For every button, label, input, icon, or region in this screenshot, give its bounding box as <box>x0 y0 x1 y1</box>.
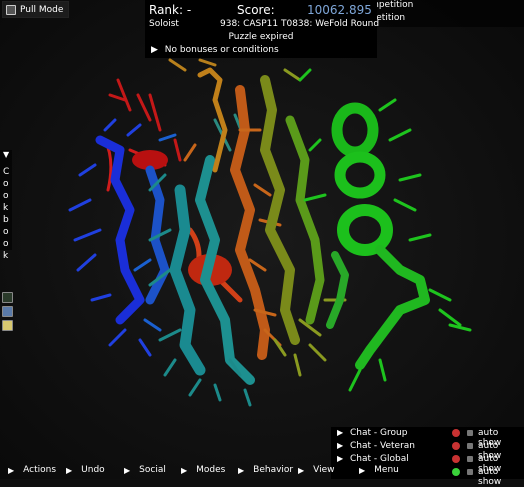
puzzle-name: 938: CASP11 T0838: WeFold Round <box>220 19 380 29</box>
menu-label: Actions <box>23 465 57 475</box>
notes-icon[interactable] <box>2 320 13 331</box>
cookbook-panel[interactable]: ▼ C o o k b o o k <box>0 150 12 261</box>
menu-view[interactable]: ▶ View <box>298 465 335 475</box>
triangle-icon: ▶ <box>181 465 188 475</box>
auto-show-checkbox[interactable] <box>467 430 473 436</box>
rank-label: Rank: - <box>149 3 192 17</box>
chat-veteran-label: Chat - Veteran <box>350 441 415 451</box>
status-dot-icon <box>452 442 460 450</box>
triangle-icon: ▶ <box>238 465 245 475</box>
chat-group-row[interactable]: ▶ Chat - Group auto show <box>331 427 524 448</box>
console-icon[interactable] <box>2 292 13 303</box>
expand-triangle-icon: ▶ <box>337 441 344 450</box>
menu-undo[interactable]: ▶ Undo <box>66 465 105 475</box>
menu-label: Behavior <box>253 465 294 475</box>
triangle-icon: ▶ <box>298 465 305 475</box>
pull-mode-button[interactable]: Pull Mode <box>2 1 70 18</box>
pull-mode-label: Pull Mode <box>20 4 64 15</box>
menu-label: Modes <box>196 465 226 475</box>
score-panel: Rank: - Score: 10062.895 Soloist 938: CA… <box>145 0 380 58</box>
bonus-label: No bonuses or conditions <box>164 45 279 55</box>
player-mode-label: Soloist <box>149 19 179 29</box>
menu-label: Menu <box>374 465 399 475</box>
score-value: 10062.895 <box>307 3 372 17</box>
auto-show-checkbox[interactable] <box>467 456 473 462</box>
status-dot-icon <box>452 455 460 463</box>
collapse-triangle-icon[interactable]: ▼ <box>3 150 9 159</box>
cookbook-label: C o o k b o o k <box>3 167 10 261</box>
menu-label: View <box>313 465 335 475</box>
status-dot-icon <box>452 429 460 437</box>
menu-menu[interactable]: ▶ Menu <box>359 465 399 475</box>
triangle-icon: ▶ <box>66 465 73 475</box>
menu-label: Undo <box>81 465 105 475</box>
puzzle-status: Puzzle expired <box>228 32 294 42</box>
chat-group-label: Chat - Group <box>350 428 408 438</box>
triangle-icon: ▶ <box>359 465 366 475</box>
menu-label: Social <box>139 465 166 475</box>
expand-triangle-icon: ▶ <box>337 428 344 437</box>
menu-social[interactable]: ▶ Social <box>124 465 166 475</box>
folder-icon[interactable] <box>2 306 13 317</box>
chat-veteran-row[interactable]: ▶ Chat - Veteran auto show <box>331 440 524 461</box>
expand-triangle-icon: ▶ <box>151 45 158 55</box>
bonus-toggle[interactable]: ▶ No bonuses or conditions <box>151 45 279 55</box>
score-label: Score: <box>237 3 275 17</box>
bottom-menu-bar: ▶ Actions ▶ Undo ▶ Social ▶ Modes ▶ Behavior … <box>0 464 524 479</box>
auto-show-checkbox[interactable] <box>467 443 473 449</box>
expand-triangle-icon: ▶ <box>337 454 344 463</box>
menu-behavior[interactable]: ▶ Behavior <box>238 465 293 475</box>
menu-actions[interactable]: ▶ Actions <box>8 465 56 475</box>
pull-mode-icon <box>6 4 16 15</box>
triangle-icon: ▶ <box>124 465 131 475</box>
protein-viewport[interactable] <box>0 0 524 479</box>
chat-global-label: Chat - Global <box>350 454 409 464</box>
menu-modes[interactable]: ▶ Modes <box>181 465 225 475</box>
triangle-icon: ▶ <box>8 465 15 475</box>
